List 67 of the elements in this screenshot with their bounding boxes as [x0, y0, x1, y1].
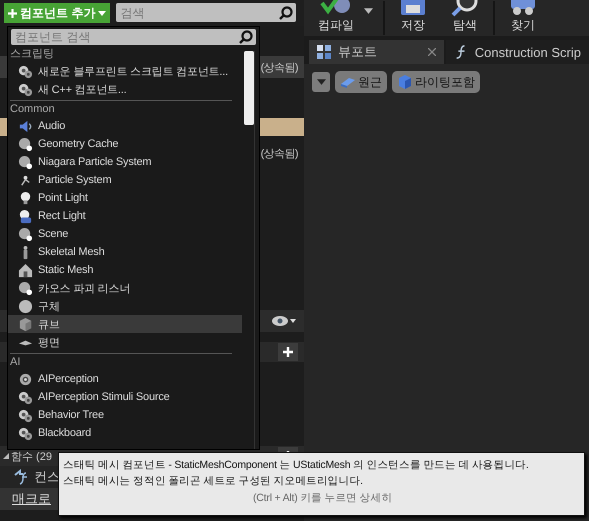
menu-item[interactable]: 새 C++ 컴포넌트... [8, 80, 242, 98]
menu-item[interactable]: AIPerception Stimuli Source [8, 388, 242, 406]
plus-icon [8, 8, 17, 18]
toolbar-button[interactable]: 탐색 [441, 0, 489, 36]
add-button[interactable] [278, 343, 298, 361]
search-icon [239, 30, 253, 44]
cube-icon [18, 316, 33, 332]
menu-item[interactable]: 새로운 블루프린트 스크립트 컴포넌트... [8, 62, 242, 80]
target-icon [18, 372, 33, 386]
cube-icon [397, 74, 413, 90]
menu-item[interactable]: Static Mesh [8, 261, 242, 279]
sphere-icon [18, 226, 33, 242]
section-header[interactable]: 함수 (29 [3, 448, 52, 464]
menu-item[interactable]: Niagara Particle System [8, 153, 242, 171]
plus-icon [283, 347, 293, 357]
caret-icon [316, 79, 326, 85]
toolbar-button[interactable]: 컴파일 [312, 0, 360, 36]
dropdown-button[interactable] [312, 72, 330, 92]
toolbar-button[interactable]: 저장 [389, 0, 437, 36]
tab[interactable]: 뷰포트 [309, 40, 444, 64]
construction-item[interactable]: 컨스 [34, 468, 60, 486]
close-icon[interactable] [428, 48, 436, 56]
inherited-label: (상속됨) [260, 146, 298, 160]
house-icon [18, 262, 33, 278]
rect-light-icon [18, 208, 33, 224]
gears-icon [18, 426, 33, 440]
menu-item[interactable]: Blackboard [8, 424, 242, 442]
inherited-label: (상속됨) [260, 60, 298, 74]
menu-item[interactable]: Scene [8, 225, 242, 243]
sphere-icon [18, 136, 33, 152]
menu-item[interactable]: 평면 [8, 333, 242, 351]
menu-item[interactable]: 카오스 파괴 리스너 [8, 279, 242, 297]
menu-item[interactable]: Point Light [8, 189, 242, 207]
search-field[interactable]: 검색 [116, 3, 296, 22]
menu-item[interactable]: Geometry Cache [8, 135, 242, 153]
menu-item[interactable]: AIPerception [8, 370, 242, 388]
view-mode-button[interactable]: 라이팅포함 [392, 71, 480, 93]
category-header: AI [9, 355, 22, 370]
menu-item[interactable]: Rect Light [8, 207, 242, 225]
menu-item[interactable]: Behavior Tree [8, 406, 242, 424]
category-header: Common [9, 102, 56, 117]
speaker-icon [18, 118, 33, 134]
menu-item[interactable]: 큐브 [8, 315, 242, 333]
menu-item[interactable]: Skeletal Mesh [8, 243, 242, 261]
scrollbar-thumb[interactable] [244, 51, 254, 125]
eye-icon[interactable] [272, 316, 296, 326]
menu-item[interactable]: 구체 [8, 297, 242, 315]
search-field[interactable]: 컴포넌트 검색 [11, 29, 256, 45]
category-header: 스크립팅 [9, 47, 55, 62]
caret-icon [98, 10, 106, 16]
sphere-icon [18, 298, 33, 314]
menu-item[interactable]: Particle System [8, 171, 242, 189]
gears-icon [18, 390, 33, 404]
sphere-icon [18, 154, 33, 170]
gears-icon [18, 408, 33, 422]
view-mode-button[interactable]: 원근 [335, 71, 387, 93]
search-icon [279, 6, 293, 20]
menu-item[interactable]: Audio [8, 117, 242, 135]
grid-icon [317, 45, 331, 59]
gears-icon [18, 64, 33, 78]
toolbar-button[interactable]: 찾기 [499, 0, 547, 36]
light-bulb-icon [18, 190, 33, 206]
function-icon [14, 469, 30, 485]
gears-icon [18, 82, 33, 96]
caret-icon[interactable] [364, 8, 373, 14]
sphere-icon [18, 280, 33, 296]
section-header[interactable]: 매크로 [12, 490, 51, 508]
